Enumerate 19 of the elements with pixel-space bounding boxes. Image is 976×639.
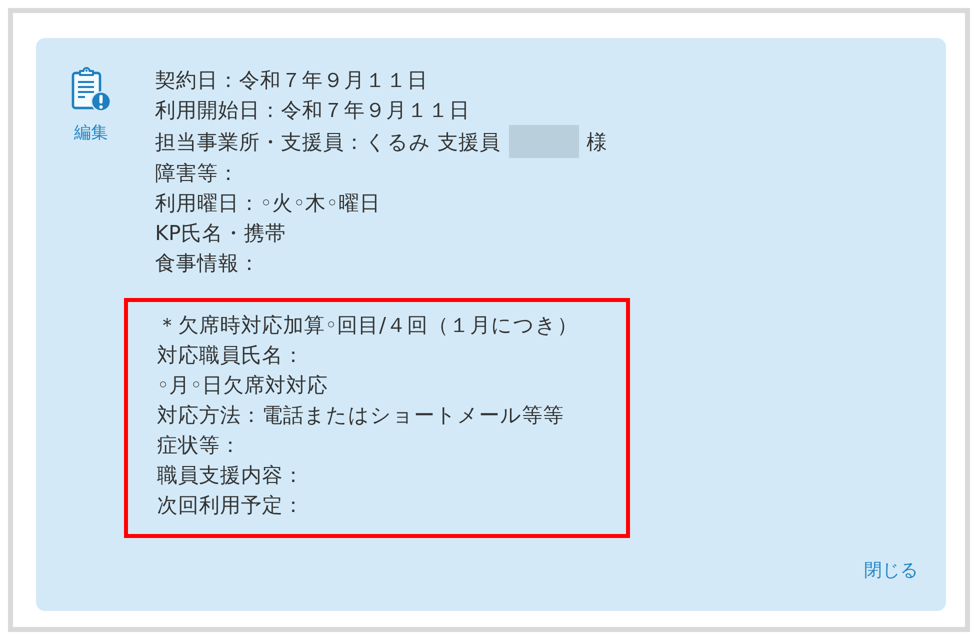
clipboard-alert-icon [71,66,111,112]
notice-text: 対応方法：電話またはショートメール等等 [157,402,564,429]
notice-text: 対応職員氏名： [157,342,304,369]
info-text: 障害等： [155,160,239,187]
notice-text: 次回利用予定： [157,492,304,519]
close-link[interactable]: 閉じる [864,560,918,582]
info-text: KP氏名・携帯 [155,220,286,247]
info-text: 担当事業所・支援員：くるみ 支援員 [155,128,501,156]
notice-text: 症状等： [157,432,241,459]
notice-text: ◦月◦日欠席対対応 [157,372,328,399]
notice-text: 職員支援内容： [157,462,304,489]
info-text: 利用開始日：令和７年９月１１日 [155,97,470,124]
info-text: 様 [586,128,608,156]
info-text: 利用曜日：◦火◦木◦曜日 [155,190,380,217]
notice-text: ＊欠席時対応加算◦回目/４回（１月につき） [157,312,578,339]
info-text: 契約日：令和７年９月１１日 [155,67,428,94]
blurred-block [508,125,579,158]
edit-link[interactable]: 編集 [71,66,111,144]
info-text: 食事情報： [155,250,260,277]
